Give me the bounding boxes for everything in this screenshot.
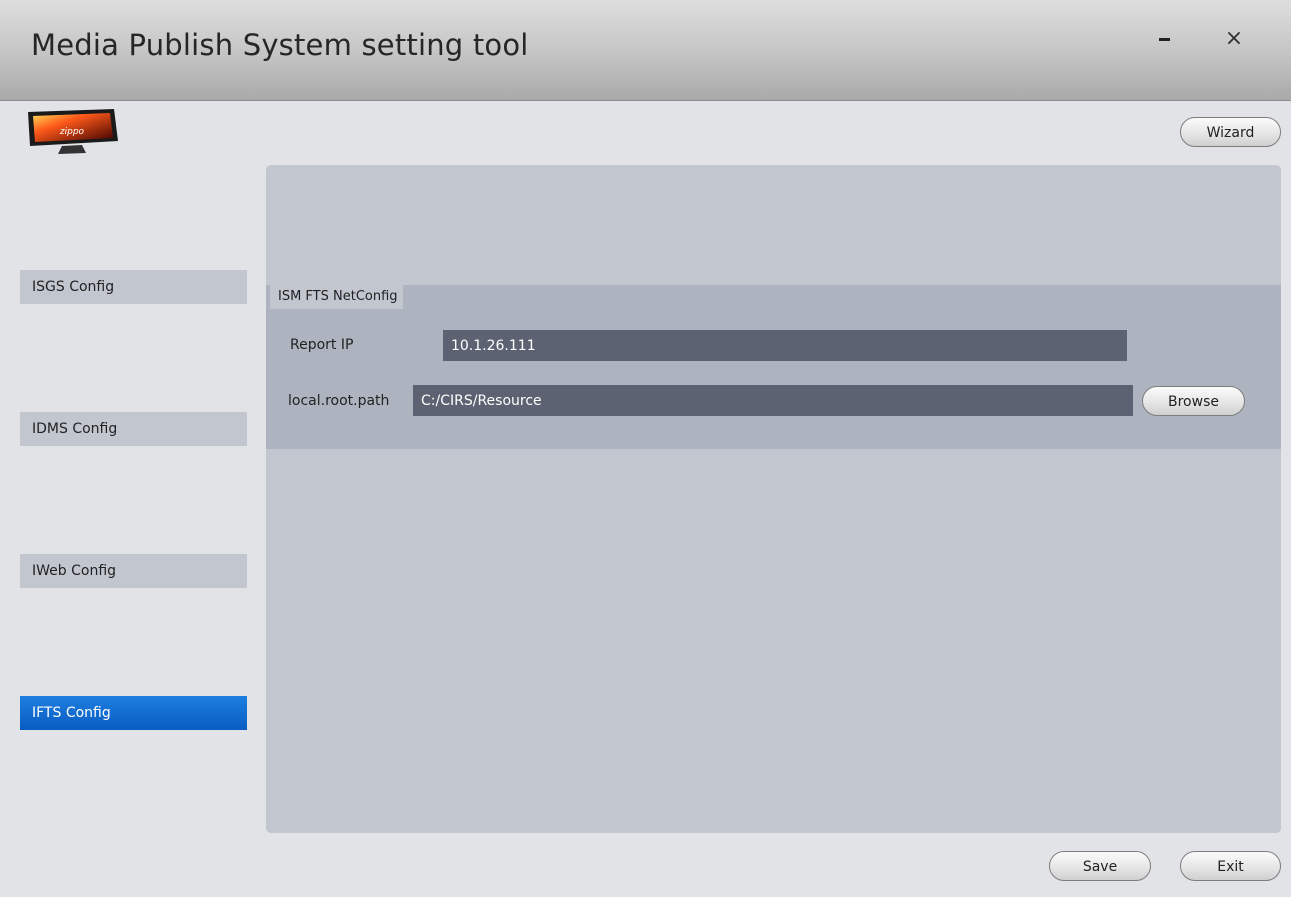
svg-text:zippo: zippo xyxy=(59,127,85,137)
sidebar-item-iweb-config[interactable]: IWeb Config xyxy=(20,554,247,588)
title-bar: Media Publish System setting tool × xyxy=(0,0,1291,101)
config-panel xyxy=(266,165,1281,833)
group-title: ISM FTS NetConfig xyxy=(270,285,403,309)
save-button[interactable]: Save xyxy=(1049,851,1151,881)
settings-window: Media Publish System setting tool × zipp… xyxy=(0,0,1291,897)
local-root-path-label: local.root.path xyxy=(288,393,390,409)
report-ip-input[interactable] xyxy=(443,330,1127,361)
tv-logo-icon: zippo xyxy=(28,109,118,154)
exit-button[interactable]: Exit xyxy=(1180,851,1281,881)
minimize-button[interactable] xyxy=(1147,24,1183,54)
sidebar-item-idms-config[interactable]: IDMS Config xyxy=(20,412,247,446)
local-root-path-input[interactable] xyxy=(413,385,1133,416)
close-button[interactable]: × xyxy=(1216,24,1252,54)
ism-fts-netconfig-group xyxy=(266,285,1281,449)
wizard-button[interactable]: Wizard xyxy=(1180,117,1281,147)
sidebar-item-isgs-config[interactable]: ISGS Config xyxy=(20,270,247,304)
report-ip-label: Report IP xyxy=(290,337,354,353)
browse-button[interactable]: Browse xyxy=(1142,386,1245,416)
sidebar-item-ifts-config[interactable]: IFTS Config xyxy=(20,696,247,730)
window-title: Media Publish System setting tool xyxy=(31,28,529,62)
